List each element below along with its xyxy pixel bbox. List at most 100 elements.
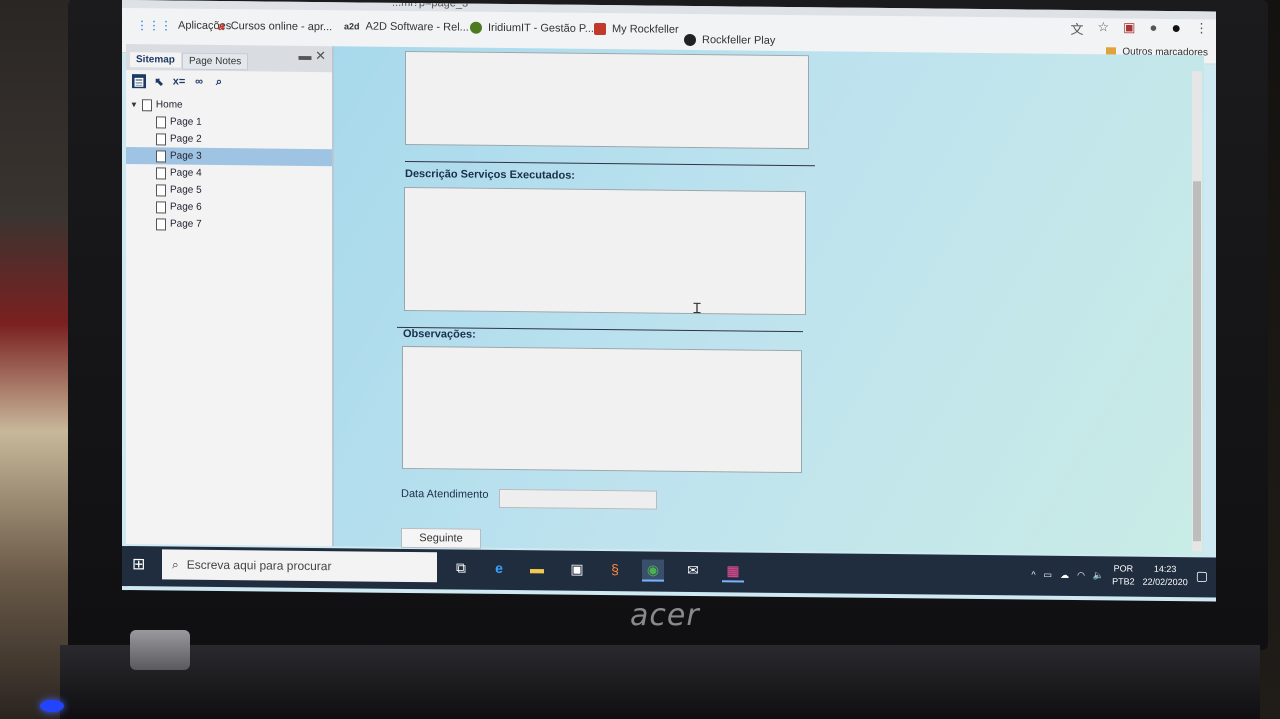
page-doc-icon xyxy=(156,166,166,179)
sitemap-pane: Sitemap Page Notes ▬ ✕ ▤ ⬉ x= ∞ ⌕ ▼ Home… xyxy=(126,44,335,547)
sublime-icon[interactable]: § xyxy=(604,559,626,579)
tree-item-label: Page 3 xyxy=(170,150,202,162)
page-doc-icon xyxy=(156,183,166,196)
acer-logo: acer xyxy=(630,598,700,633)
tree-item-page-1[interactable]: Page 1 xyxy=(126,113,332,132)
volume-icon[interactable]: 🔈 xyxy=(1093,570,1104,581)
sitemap-pane-header: Sitemap Page Notes ▬ ✕ xyxy=(126,44,332,73)
page-doc-icon xyxy=(141,98,152,111)
sitemap-tree: ▼ Home Page 1 Page 2 Page 3 Page 4 Page … xyxy=(126,96,332,234)
pdf-extension-icon[interactable]: ▣ xyxy=(1123,19,1135,38)
page-doc-icon xyxy=(156,132,166,145)
previous-textarea[interactable] xyxy=(405,50,809,150)
clock-date: 22/02/2020 xyxy=(1142,576,1188,588)
minimize-icon[interactable]: ▬ xyxy=(298,48,311,63)
data-atendimento-label: Data Atendimento xyxy=(401,487,489,501)
data-atendimento-input[interactable] xyxy=(499,488,657,510)
bookmark-aplicacoes[interactable]: ⋮⋮⋮ Aplicações xyxy=(136,18,231,33)
tree-item-label: Page 4 xyxy=(170,167,202,179)
descricao-textarea[interactable] xyxy=(404,186,806,316)
a2d-logo-icon: a2d xyxy=(344,21,360,32)
tab-page-notes[interactable]: Page Notes xyxy=(182,52,249,71)
tree-item-home[interactable]: ▼ Home xyxy=(126,96,332,115)
bookmark-cursos[interactable]: a Cursos online - apr... xyxy=(218,19,332,34)
tree-item-label: Page 5 xyxy=(170,184,202,196)
pointer-icon[interactable]: ⬉ xyxy=(152,74,166,88)
battery-icon[interactable]: ▭ xyxy=(1044,569,1053,580)
profile-avatar-icon[interactable]: ● xyxy=(1171,20,1181,39)
tree-item-page-2[interactable]: Page 2 xyxy=(126,130,332,149)
seguinte-button[interactable]: Seguinte xyxy=(401,527,481,549)
browser-toolbar-icons: 文 ☆ ▣ ● ● ⋮ xyxy=(1071,19,1209,39)
windows-start-icon[interactable]: ⊞ xyxy=(132,554,145,574)
tree-item-page-5[interactable]: Page 5 xyxy=(126,181,332,200)
rockfeller-logo-icon xyxy=(594,22,606,36)
tree-item-label: Page 6 xyxy=(170,201,202,213)
tree-item-label: Page 7 xyxy=(170,218,202,230)
iridium-logo-icon xyxy=(470,21,482,34)
tab-sitemap[interactable]: Sitemap xyxy=(130,52,181,68)
keyboard-layout: PTB2 xyxy=(1112,576,1135,587)
close-icon[interactable]: ✕ xyxy=(315,48,326,63)
page-doc-icon xyxy=(156,217,166,230)
menu-kebab-icon[interactable]: ⋮ xyxy=(1195,20,1208,39)
cloud-icon[interactable]: ☁ xyxy=(1060,569,1069,580)
room-background-left xyxy=(0,0,70,719)
notifications-icon[interactable]: ▢ xyxy=(1196,568,1208,584)
chevron-up-icon[interactable]: ^ xyxy=(1031,570,1035,580)
vertical-scrollbar[interactable] xyxy=(1192,71,1202,552)
expand-caret-icon[interactable]: ▼ xyxy=(130,100,138,109)
search-icon: ⌕ xyxy=(172,557,179,572)
chrome-icon[interactable]: ◉ xyxy=(642,559,664,582)
rockfeller-play-icon xyxy=(684,33,696,47)
prototype-canvas: Descrição Serviços Executados: Ｉ Observa… xyxy=(334,46,1204,556)
laptop-screen: ...ml?p=page_3 ⋮⋮⋮ Aplicações a Cursos o… xyxy=(122,0,1216,602)
bookmark-rockfeller-play[interactable]: Rockfeller Play xyxy=(684,33,776,47)
edge-browser-icon[interactable]: e xyxy=(488,558,510,578)
page-doc-icon xyxy=(156,115,166,128)
bookmark-label: A2D Software - Rel... xyxy=(365,20,469,34)
extension-icon[interactable]: ● xyxy=(1149,20,1157,39)
star-icon[interactable]: ☆ xyxy=(1098,19,1110,38)
language-code: POR xyxy=(1113,563,1134,574)
app-icon[interactable]: ▦ xyxy=(722,560,744,583)
wifi-icon[interactable]: ◠ xyxy=(1077,570,1085,581)
tree-item-page-6[interactable]: Page 6 xyxy=(126,198,332,217)
taskbar-search-placeholder: Escreva aqui para procurar xyxy=(186,557,332,574)
bookmark-label: My Rockfeller xyxy=(612,23,679,36)
tree-item-page-4[interactable]: Page 4 xyxy=(126,164,332,183)
bookmark-my-rockfeller[interactable]: My Rockfeller xyxy=(594,22,679,36)
bookmark-iridium[interactable]: IridiumIT - Gestão P... xyxy=(470,21,594,35)
language-indicator[interactable]: POR PTB2 xyxy=(1112,562,1135,588)
cursos-logo-icon: a xyxy=(218,19,225,34)
file-explorer-icon[interactable]: ▬ xyxy=(526,558,548,578)
translate-icon[interactable]: 文 xyxy=(1071,19,1084,38)
section-divider xyxy=(405,160,815,167)
variables-icon[interactable]: x= xyxy=(172,75,186,89)
store-icon[interactable]: ▣ xyxy=(566,559,588,579)
bookmark-label: Cursos online - apr... xyxy=(230,20,333,34)
link-icon[interactable]: ∞ xyxy=(192,75,206,89)
task-view-icon[interactable]: ⧉ xyxy=(450,557,472,577)
text-cursor-icon: Ｉ xyxy=(690,299,704,317)
clock[interactable]: 14:23 22/02/2020 xyxy=(1143,563,1188,589)
tree-item-label: Page 2 xyxy=(170,133,202,145)
taskbar-search-box[interactable]: ⌕ Escreva aqui para procurar xyxy=(162,549,437,583)
hinge-bracket xyxy=(130,630,190,670)
bookmark-a2d[interactable]: a2d A2D Software - Rel... xyxy=(344,20,469,34)
bookmark-label: Rockfeller Play xyxy=(702,34,776,47)
pane-controls: ▬ ✕ xyxy=(298,48,326,64)
descricao-label: Descrição Serviços Executados: xyxy=(405,167,575,182)
system-tray: ^ ▭ ☁ ◠ 🔈 POR PTB2 14:23 22/02/2020 ▢ xyxy=(1031,562,1208,590)
search-icon[interactable]: ⌕ xyxy=(212,75,226,89)
observacoes-label: Observações: xyxy=(403,327,476,341)
tree-item-page-3[interactable]: Page 3 xyxy=(126,147,332,167)
scrollbar-thumb[interactable] xyxy=(1193,181,1201,542)
page-doc-icon xyxy=(156,149,166,162)
apps-grid-icon: ⋮⋮⋮ xyxy=(136,18,172,33)
tree-item-page-7[interactable]: Page 7 xyxy=(126,215,332,234)
sitemap-toolbar: ▤ ⬉ x= ∞ ⌕ xyxy=(126,70,332,94)
page-view-icon[interactable]: ▤ xyxy=(132,74,146,89)
mail-icon[interactable]: ✉ xyxy=(682,560,704,580)
observacoes-textarea[interactable] xyxy=(402,345,802,474)
